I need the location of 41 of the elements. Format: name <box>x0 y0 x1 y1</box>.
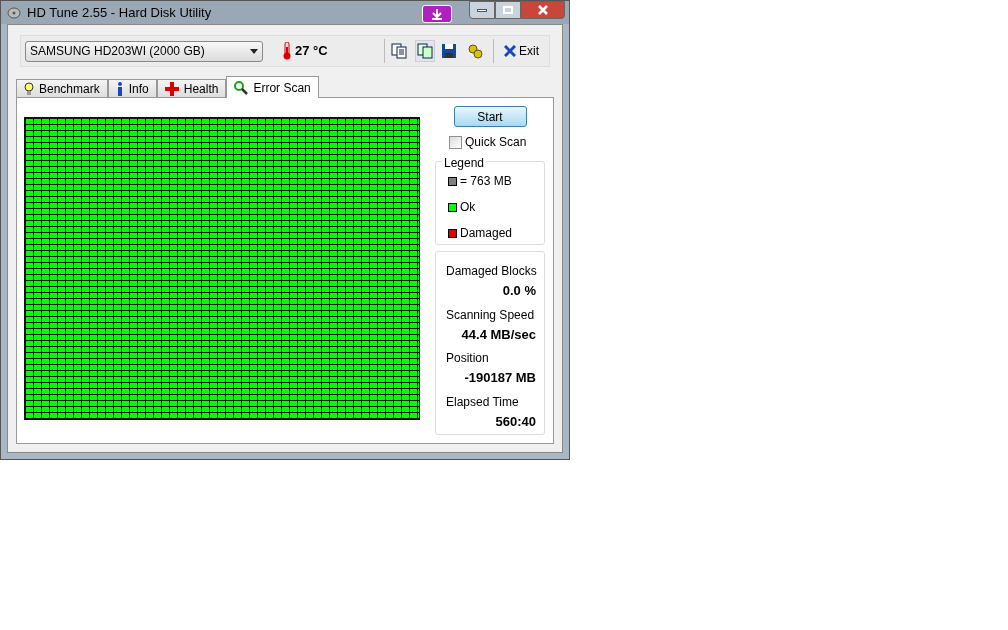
arrow-down-icon <box>431 8 443 20</box>
stat-label: Scanning Speed <box>446 306 536 324</box>
gears-icon[interactable] <box>467 43 483 59</box>
caret-icon <box>250 48 258 54</box>
tab[interactable]: Error Scan <box>226 76 319 98</box>
stat-value: 0.0 % <box>502 282 536 300</box>
drive-dropdown[interactable]: SAMSUNG HD203WI (2000 GB) <box>25 40 263 62</box>
minimize-button[interactable] <box>469 1 495 19</box>
legend-label: Ok <box>460 199 476 216</box>
thermometer-icon <box>283 42 291 60</box>
checkbox[interactable] <box>449 135 462 149</box>
maximize-button[interactable] <box>495 1 521 19</box>
disk-icon <box>7 5 21 20</box>
stat-label: Damaged Blocks <box>446 263 536 280</box>
close-button[interactable] <box>521 1 565 19</box>
copy-all-button[interactable] <box>415 40 435 62</box>
close-icon <box>538 5 548 15</box>
stat-value: 44.4 MB/sec <box>461 325 536 344</box>
copy-icon[interactable] <box>391 43 407 59</box>
tab[interactable]: Benchmark <box>16 79 108 97</box>
search-icon <box>234 80 249 95</box>
save-icon[interactable] <box>441 43 457 59</box>
stat-value: -190187 MB <box>464 369 536 387</box>
stat-value: 560:40 <box>495 412 536 431</box>
quick-scan-label: Quick Scan <box>465 134 527 151</box>
exit-button[interactable]: Exit <box>504 42 539 60</box>
legend-label: Damaged <box>460 225 513 242</box>
temperature-reading: 27 °C <box>295 42 328 61</box>
documents-icon <box>417 43 433 59</box>
download-button[interactable] <box>422 5 452 23</box>
stat-label: Position <box>446 350 490 367</box>
start-button[interactable]: Start <box>453 106 527 127</box>
light-bulb-icon <box>24 81 34 96</box>
close-icon <box>504 45 516 57</box>
legend-label: = 763 MB <box>460 173 512 190</box>
window-title: HD Tune 2.55 - Hard Disk Utility <box>27 3 212 22</box>
cross-icon <box>164 81 179 96</box>
stat-label: Elapsed Time <box>446 393 520 411</box>
tab[interactable]: Info <box>107 79 157 97</box>
info-icon <box>115 81 124 96</box>
tab[interactable]: Health <box>156 79 227 97</box>
